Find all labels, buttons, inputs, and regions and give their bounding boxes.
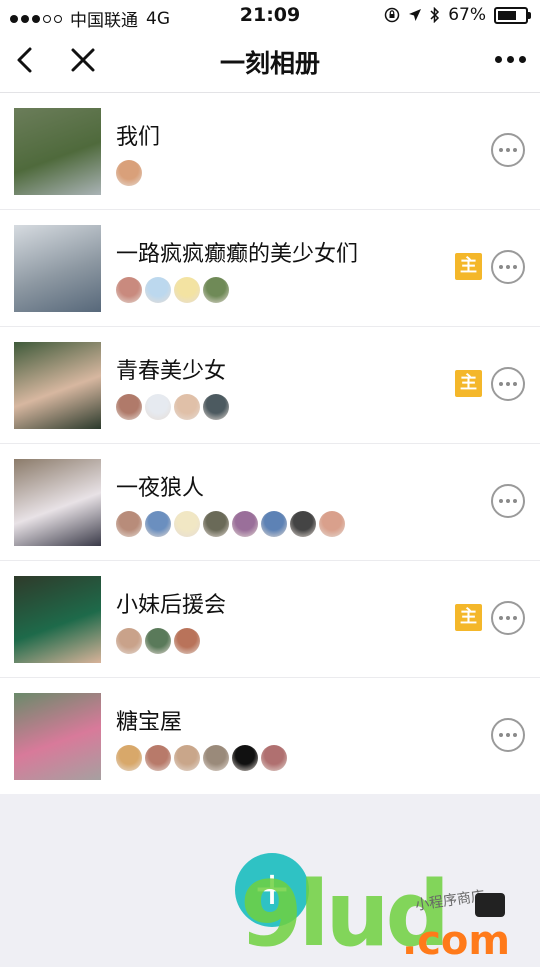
album-name: 糖宝屋 [116, 710, 183, 735]
member-avatar [116, 160, 142, 186]
status-right: 67% [384, 5, 531, 25]
member-avatar [203, 394, 229, 420]
member-avatar [174, 394, 200, 420]
ellipsis-dot [499, 265, 503, 269]
member-avatar [319, 511, 345, 537]
member-avatar [116, 745, 142, 771]
album-row[interactable]: 青春美少女 主 [0, 327, 540, 444]
album-row[interactable]: 一路疯疯癫癫的美少女们 主 [0, 210, 540, 327]
chat-bubble-icon [475, 893, 505, 917]
member-avatar [116, 628, 142, 654]
ellipsis-dot [513, 733, 517, 737]
ellipsis-dot [513, 265, 517, 269]
member-avatar [261, 511, 287, 537]
member-avatars [116, 511, 345, 537]
rotation-lock-icon [384, 7, 400, 23]
album-name: 小妹后援会 [116, 593, 227, 618]
member-avatar [203, 745, 229, 771]
album-more-button[interactable] [491, 250, 525, 284]
member-avatar [116, 277, 142, 303]
member-avatar [174, 628, 200, 654]
member-avatars [116, 160, 142, 186]
album-name: 一夜狼人 [116, 476, 205, 501]
album-name: 我们 [116, 125, 161, 150]
page-title: 一刻相册 [219, 49, 320, 78]
battery-icon [494, 6, 531, 24]
album-thumbnail[interactable] [14, 459, 101, 546]
member-avatars [116, 628, 200, 654]
ellipsis-dot [499, 382, 503, 386]
ellipsis-dot [499, 733, 503, 737]
album-name: 一路疯疯癫癫的美少女们 [116, 242, 359, 267]
member-avatars [116, 745, 287, 771]
ellipsis-dot [506, 382, 510, 386]
album-thumbnail[interactable] [14, 342, 101, 429]
status-bar: 中国联通 4G 21:09 67% [0, 0, 540, 32]
album-thumbnail[interactable] [14, 576, 101, 663]
ellipsis-dot [513, 148, 517, 152]
member-avatar [116, 511, 142, 537]
member-avatar [174, 511, 200, 537]
album-row[interactable]: 糖宝屋 [0, 678, 540, 794]
album-more-button[interactable] [491, 133, 525, 167]
member-avatar [290, 511, 316, 537]
ellipsis-dot [506, 616, 510, 620]
album-row[interactable]: 一夜狼人 [0, 444, 540, 561]
owner-badge: 主 [455, 253, 482, 280]
member-avatar [116, 394, 142, 420]
navigation-bar: 一刻相册 [0, 32, 540, 93]
member-avatar [203, 277, 229, 303]
ellipsis-dot [506, 265, 510, 269]
member-avatar [261, 745, 287, 771]
album-thumbnail[interactable] [14, 693, 101, 780]
album-thumbnail[interactable] [14, 225, 101, 312]
watermark-domain: .com [402, 918, 511, 964]
ellipsis-dot [499, 616, 503, 620]
ellipsis-dot [506, 148, 510, 152]
member-avatars [116, 394, 229, 420]
member-avatar [174, 745, 200, 771]
ellipsis-dot [499, 499, 503, 503]
album-row[interactable]: 小妹后援会 主 [0, 561, 540, 678]
location-arrow-icon [409, 9, 422, 21]
ellipsis-dot [513, 382, 517, 386]
member-avatar [145, 277, 171, 303]
ellipsis-dot [499, 148, 503, 152]
member-avatar [145, 628, 171, 654]
album-more-button[interactable] [491, 601, 525, 635]
member-avatar [232, 511, 258, 537]
member-avatar [203, 511, 229, 537]
member-avatar [174, 277, 200, 303]
battery-percent: 67% [448, 5, 486, 25]
album-more-button[interactable] [491, 367, 525, 401]
album-row[interactable]: 我们 [0, 93, 540, 210]
more-options-icon[interactable] [495, 56, 526, 63]
ellipsis-dot [513, 616, 517, 620]
album-thumbnail[interactable] [14, 108, 101, 195]
owner-badge: 主 [455, 604, 482, 631]
member-avatar [145, 394, 171, 420]
member-avatars [116, 277, 229, 303]
owner-badge: 主 [455, 370, 482, 397]
album-name: 青春美少女 [116, 359, 227, 384]
ellipsis-dot [513, 499, 517, 503]
member-avatar [145, 511, 171, 537]
album-list: 我们 一路疯疯癫癫的美少女们主青春美少女主一夜狼人 小妹后援会主糖宝屋 [0, 93, 540, 794]
bluetooth-icon [430, 7, 440, 23]
member-avatar [232, 745, 258, 771]
ellipsis-dot [506, 499, 510, 503]
ellipsis-dot [506, 733, 510, 737]
member-avatar [145, 745, 171, 771]
album-more-button[interactable] [491, 484, 525, 518]
album-more-button[interactable] [491, 718, 525, 752]
